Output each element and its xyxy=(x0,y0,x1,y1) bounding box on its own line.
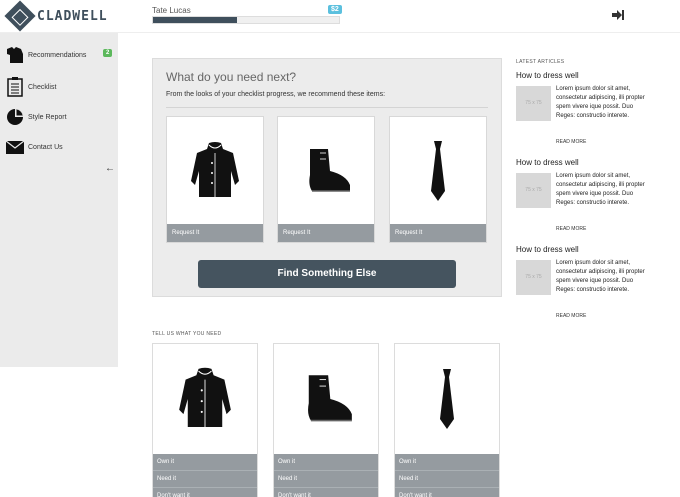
recommendation-card[interactable]: Request It xyxy=(166,116,264,243)
need-it-option[interactable]: Need it xyxy=(395,471,499,488)
tie-icon xyxy=(395,344,499,454)
tie-icon xyxy=(390,117,486,225)
article-thumbnail[interactable]: 75 x 75 xyxy=(516,86,551,121)
recommendation-card[interactable]: Request It xyxy=(389,116,487,243)
need-it-option[interactable]: Need it xyxy=(153,471,257,488)
article-excerpt: Lorem ipsum dolor sit amet, consectetur … xyxy=(556,260,645,293)
request-it-button[interactable]: Request It xyxy=(278,224,374,242)
need-card: Own it Need it Don't want it xyxy=(394,343,500,497)
read-more-link[interactable]: READ MORE xyxy=(556,313,586,319)
arrow-left-icon[interactable]: ← xyxy=(105,163,115,174)
section-label: TELL US WHAT YOU NEED xyxy=(152,331,222,337)
sidebar-item-checklist[interactable]: Checklist xyxy=(0,73,118,101)
own-it-option[interactable]: Own it xyxy=(153,454,257,471)
recommendation-card[interactable]: Request It xyxy=(277,116,375,243)
request-it-button[interactable]: Request It xyxy=(390,224,486,242)
recommendation-panel: What do you need next? From the looks of… xyxy=(152,58,502,297)
article-title[interactable]: How to dress well xyxy=(516,158,646,167)
need-card: Own it Need it Don't want it xyxy=(273,343,379,497)
sidebar-item-contact-us[interactable]: Contact Us xyxy=(0,133,118,161)
boot-icon xyxy=(274,344,378,454)
logo-mark-icon xyxy=(4,0,36,32)
own-it-option[interactable]: Own it xyxy=(274,454,378,471)
sidebar-item-style-report[interactable]: Style Report xyxy=(0,103,118,131)
recommendations-count-badge: 2 xyxy=(103,49,113,57)
coat-icon xyxy=(153,344,257,454)
sidebar-item-label: Contact Us xyxy=(28,143,63,151)
checklist-icon xyxy=(4,76,26,98)
need-options: Own it Need it Don't want it xyxy=(153,454,257,497)
dont-want-it-option[interactable]: Don't want it xyxy=(274,488,378,497)
sidebar-item-label: Checklist xyxy=(28,83,57,91)
dont-want-it-option[interactable]: Don't want it xyxy=(153,488,257,497)
checklist-progress-bar xyxy=(152,16,340,24)
sidebar: Recommendations 2 Checklist Style Report… xyxy=(0,33,118,367)
panel-title: What do you need next? xyxy=(166,70,297,84)
read-more-link[interactable]: READ MORE xyxy=(556,226,586,232)
logout-icon[interactable] xyxy=(612,10,624,20)
article-item: How to dress well 75 x 75 Lorem ipsum do… xyxy=(516,71,646,145)
need-it-option[interactable]: Need it xyxy=(274,471,378,488)
logo-text: CLADWELL xyxy=(37,8,108,24)
article-item: How to dress well 75 x 75 Lorem ipsum do… xyxy=(516,158,646,232)
progress-fill xyxy=(153,17,237,23)
sidebar-item-label: Recommendations xyxy=(28,51,87,59)
sidebar-item-recommendations[interactable]: Recommendations 2 xyxy=(0,41,118,69)
pie-chart-icon xyxy=(4,106,26,128)
divider xyxy=(166,107,488,108)
read-more-link[interactable]: READ MORE xyxy=(556,139,586,145)
own-it-option[interactable]: Own it xyxy=(395,454,499,471)
need-options: Own it Need it Don't want it xyxy=(274,454,378,497)
request-it-button[interactable]: Request It xyxy=(167,224,263,242)
clothes-icon xyxy=(4,44,26,66)
article-excerpt: Lorem ipsum dolor sit amet, consectetur … xyxy=(556,173,645,206)
article-item: How to dress well 75 x 75 Lorem ipsum do… xyxy=(516,245,646,319)
need-card: Own it Need it Don't want it xyxy=(152,343,258,497)
article-thumbnail[interactable]: 75 x 75 xyxy=(516,173,551,208)
envelope-icon xyxy=(4,136,26,158)
boot-icon xyxy=(278,117,374,225)
article-thumbnail[interactable]: 75 x 75 xyxy=(516,260,551,295)
article-title[interactable]: How to dress well xyxy=(516,245,646,254)
dont-want-it-option[interactable]: Don't want it xyxy=(395,488,499,497)
articles-heading: LATEST ARTICLES xyxy=(516,59,565,65)
user-balance-badge: $2 xyxy=(328,5,342,14)
article-excerpt: Lorem ipsum dolor sit amet, consectetur … xyxy=(556,86,645,119)
user-name: Tate Lucas xyxy=(152,6,191,15)
logo[interactable]: CLADWELL xyxy=(4,0,108,32)
top-header: CLADWELL Tate Lucas $2 xyxy=(0,0,680,33)
need-options: Own it Need it Don't want it xyxy=(395,454,499,497)
article-title[interactable]: How to dress well xyxy=(516,71,646,80)
sidebar-item-label: Style Report xyxy=(28,113,67,121)
panel-subtitle: From the looks of your checklist progres… xyxy=(166,91,386,98)
coat-icon xyxy=(167,117,263,225)
find-something-else-button[interactable]: Find Something Else xyxy=(198,260,456,288)
